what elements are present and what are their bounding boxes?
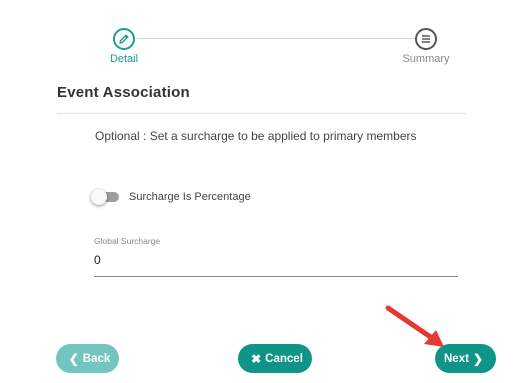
annotation-arrow-icon bbox=[385, 305, 444, 347]
surcharge-percentage-label: Surcharge Is Percentage bbox=[129, 191, 251, 203]
pencil-icon bbox=[113, 28, 135, 50]
step-summary-label: Summary bbox=[402, 53, 450, 65]
chevron-left-icon: ❮ bbox=[68, 351, 79, 366]
surcharge-percentage-toggle[interactable] bbox=[91, 189, 119, 205]
surcharge-percentage-toggle-row: Surcharge Is Percentage bbox=[91, 189, 251, 205]
global-surcharge-input[interactable]: 0 bbox=[94, 252, 458, 268]
cancel-button[interactable]: ✖ Cancel bbox=[238, 344, 312, 373]
chevron-right-icon: ❯ bbox=[472, 351, 483, 366]
back-button-label: Back bbox=[82, 352, 111, 365]
global-surcharge-field: Global Surcharge 0 bbox=[94, 236, 458, 277]
section-divider bbox=[57, 113, 467, 114]
stepper-connector bbox=[137, 38, 415, 39]
section-description: Optional : Set a surcharge to be applied… bbox=[95, 129, 417, 143]
global-surcharge-underline bbox=[94, 276, 458, 277]
close-icon: ✖ bbox=[251, 351, 262, 366]
toggle-knob bbox=[91, 189, 107, 205]
step-summary[interactable]: Summary bbox=[386, 28, 466, 65]
back-button[interactable]: ❮ Back bbox=[56, 344, 119, 373]
section-title: Event Association bbox=[57, 84, 190, 101]
cancel-button-label: Cancel bbox=[265, 352, 303, 365]
list-icon bbox=[415, 28, 437, 50]
step-detail[interactable]: Detail bbox=[84, 28, 164, 65]
global-surcharge-label: Global Surcharge bbox=[94, 236, 161, 246]
step-detail-label: Detail bbox=[109, 53, 139, 65]
stepper: Detail Summary bbox=[0, 0, 514, 72]
